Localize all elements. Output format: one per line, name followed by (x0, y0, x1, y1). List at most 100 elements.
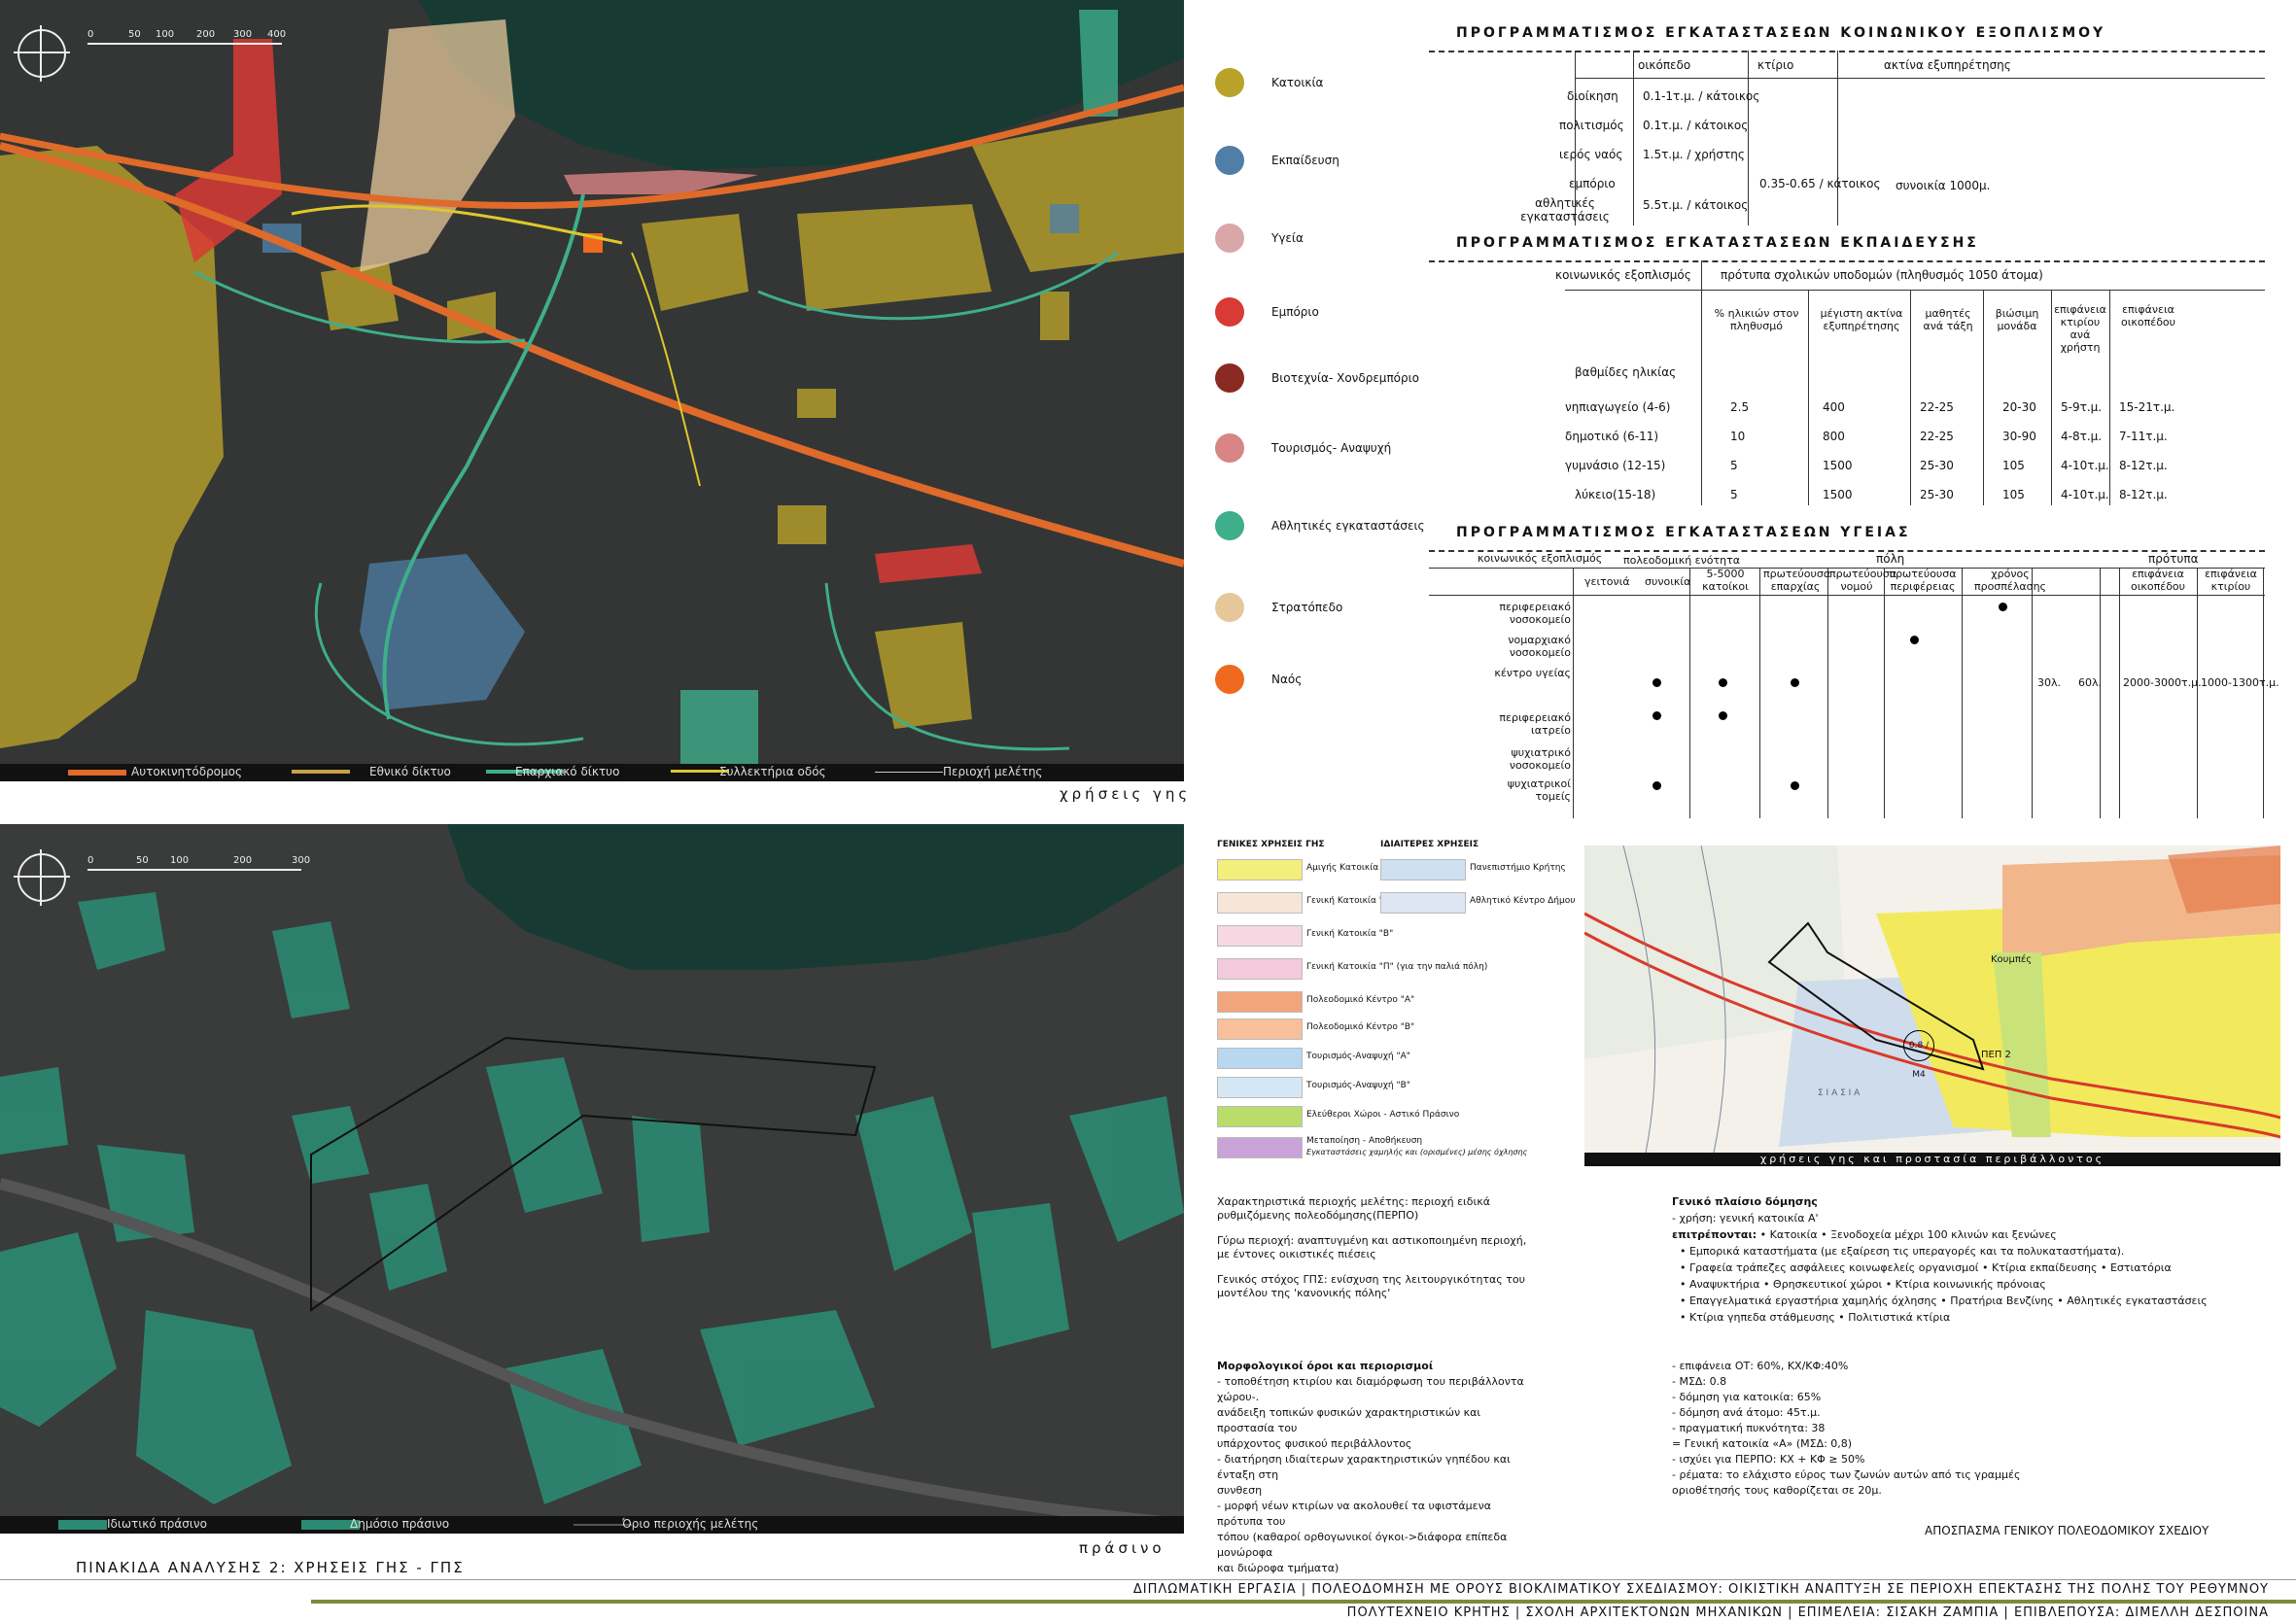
map1-legend-bar: Αυτοκινητόδρομος Εθνικό δίκτυο Επαρχιακό… (0, 764, 1184, 781)
social-equipment-table: ΠΡΟΓΡΑΜΜΑΤΙΣΜΟΣ ΕΓΚΑΤΑΣΤΑΣΕΩΝ ΚΟΙΝΩΝΙΚΟΥ… (1429, 19, 2284, 225)
row-name: ιερός ναός (1559, 148, 1623, 161)
param: - ΜΣΔ: 0.8 (1672, 1375, 1727, 1388)
row-name: κέντρο υγείας (1494, 667, 1571, 679)
cell: 8-12τ.μ. (2119, 459, 2168, 472)
legend-regional: Επαρχιακό δίκτυο (515, 765, 620, 778)
col-radius: ακτίνα εξυπηρέτησης (1884, 58, 2011, 72)
color-swatch (1215, 433, 1244, 463)
gps-map[interactable]: Κουμπές ΠΕΠ 2 0.8 / Μ4 Σ Ι Α Σ Ι Α χρήσε… (1584, 846, 2280, 1166)
scale-tick: 0 (87, 29, 94, 40)
row-name: περιφερειακό ιατρείο (1499, 711, 1571, 737)
footer-line1: ΔΙΠΛΩΜΑΤΙΚΗ ΕΡΓΑΣΙΑ | ΠΟΛΕΟΔΟΜΗΣΗ ΜΕ ΟΡΟ… (1132, 1582, 2269, 1597)
service-radius: συνοικία 1000μ. (1896, 179, 1991, 192)
cell: 25-30 (1920, 459, 1954, 472)
scale-bar: 0 50 100 200 300 400 (87, 29, 286, 47)
gps-label: Γενική Κατοικία "Π" (για την παλιά πόλη) (1306, 962, 1488, 972)
allowed-item: • Γραφεία τράπεζες ασφάλειες κοινωφελείς… (1680, 1261, 2172, 1274)
row-name: αθλητικές εγκαταστάσεις (1520, 196, 1610, 224)
gps-label: Πανεπιστήμιο Κρήτης (1470, 863, 1566, 873)
row-plot: 5.5τ.μ. / κάτοικος (1643, 198, 1749, 212)
special-uses-title: ΙΔΙΑΙΤΕΡΕΣ ΧΡΗΣΕΙΣ (1380, 840, 1479, 849)
table-dot (1652, 678, 1661, 687)
cell: 105 (2002, 459, 2025, 472)
gps-swatch (1217, 892, 1303, 914)
gps-label: Αθλητικό Κέντρο Δήμου (1470, 896, 1576, 906)
col-header: επιφάνεια οικοπέδου (2120, 303, 2176, 328)
cell: 22-25 (1920, 430, 1954, 443)
scale-bar: 0 50 100 200 300 (87, 855, 311, 873)
landuse-map-graphic (0, 0, 1184, 781)
private-green-swatch (58, 1520, 107, 1530)
cell: 2000-3000τ.μ. (2123, 676, 2202, 689)
row-name: δημοτικό (6-11) (1565, 430, 1659, 443)
general-uses-title: ΓΕΝΙΚΕΣ ΧΡΗΣΕΙΣ ΓΗΣ (1217, 840, 1325, 849)
cell: 8-12τ.μ. (2119, 488, 2168, 501)
table-dot (1719, 678, 1727, 687)
gps-label: Τουρισμός-Αναψυχή "Β" (1306, 1081, 1410, 1090)
gps-label: Μεταποίηση - Αποθήκευση (1306, 1136, 1423, 1146)
building-framework: Γενικό πλαίσιο δόμησης - χρήση: γενική κ… (1672, 1193, 2275, 1326)
table-dot (1791, 678, 1799, 687)
gps-label: Πολεοδομικό Κέντρο "Β" (1306, 1022, 1415, 1032)
landuse-map[interactable]: 0 50 100 200 300 400 Αυτοκινητόδρομος Εθ… (0, 0, 1184, 781)
col-plot: οικόπεδο (1638, 58, 1691, 72)
gps-swatch (1217, 1048, 1303, 1069)
table-dot (1910, 636, 1919, 644)
col-header: πρωτεύουσα νομού (1829, 568, 1897, 593)
cell: 5-9τ.μ. (2061, 400, 2103, 414)
gps-label: Ελεύθεροι Χώροι - Αστικό Πράσινο (1306, 1110, 1460, 1120)
param: - δόμηση ανά άτομο: 45τ.μ. (1672, 1406, 1821, 1419)
table-dot (1999, 603, 2007, 611)
study-notes: Χαρακτηριστικά περιοχής μελέτης: περιοχή… (1217, 1195, 1538, 1300)
gps-swatch (1217, 1137, 1303, 1158)
morpho-line: - τοποθέτηση κτιρίου και διαμόρφωση του … (1217, 1375, 1524, 1403)
allowed-item: • Κτίρια γηπεδα στάθμευσης • Πολιτιστικά… (1680, 1311, 1951, 1324)
legend-public-green: Δημόσιο πράσινο (350, 1517, 450, 1531)
allowed-item: • Εμπορικά καταστήματα (με εξαίρεση τις … (1680, 1245, 2125, 1258)
cell: 25-30 (1920, 488, 1954, 501)
cell: 4-8τ.μ. (2061, 430, 2103, 443)
legend-label: Κατοικία (1271, 76, 1324, 89)
morpho-line: συνθεση (1217, 1484, 1263, 1497)
cell: 4-10τ.μ. (2061, 488, 2109, 501)
legend-label: Εκπαίδευση (1271, 154, 1339, 167)
storage-note: Εγκαταστάσεις χαμηλής και (ορισμένες) μέ… (1306, 1148, 1528, 1156)
morpho-line: τόπου (καθαροί ορθογωνικοί όγκοι->διάφορ… (1217, 1531, 1508, 1559)
col-header: επιφάνεια κτιρίου ανά χρήστη (2054, 303, 2106, 354)
table-dot (1719, 711, 1727, 720)
cell: 105 (2002, 488, 2025, 501)
morpho-line: υπάρχοντος φυσικού περιβάλλοντος (1217, 1437, 1412, 1450)
footer-top-rule (0, 1579, 2296, 1580)
legend-label: Αθλητικές εγκαταστάσεις (1271, 519, 1425, 533)
building-ratio: 0.35-0.65 / κάτοικος (1759, 177, 1881, 190)
gps-swatch (1217, 1018, 1303, 1040)
col-header: επιφάνεια οικοπέδου (2130, 568, 2186, 593)
row-name: διοίκηση (1567, 89, 1618, 103)
row-name: πολιτισμός (1559, 119, 1624, 132)
legend-label: Υγεία (1271, 231, 1304, 245)
row-name: εμπόριο (1569, 177, 1616, 190)
note-characteristics: Χαρακτηριστικά περιοχής μελέτης: περιοχή… (1217, 1195, 1490, 1222)
gps-swatch (1217, 1077, 1303, 1098)
scale-tick: 300 (233, 29, 253, 40)
cell: 2.5 (1730, 400, 1750, 414)
cell: 60λ. (2078, 676, 2103, 689)
cell: 1500 (1823, 459, 1853, 472)
green-map[interactable]: 0 50 100 200 300 Ιδιωτικό πράσινο Δημόσι… (0, 824, 1184, 1534)
footer-line2: ΠΟΛΥΤΕΧΝΕΙΟ ΚΡΗΤΗΣ | ΣΧΟΛΗ ΑΡΧΙΤΕΚΤΟΝΩΝ … (1346, 1605, 2269, 1620)
gps-swatch (1217, 925, 1303, 947)
cell: 10 (1730, 430, 1746, 443)
scale-tick: 50 (128, 29, 141, 40)
col-header: πρωτεύουσα περιφέρειας (1889, 568, 1957, 593)
green-map-graphic (0, 824, 1184, 1534)
color-swatch (1215, 593, 1244, 622)
map-label-density: 0.8 / Μ4 (1903, 1030, 1934, 1080)
footer-accent-rule (311, 1600, 2296, 1604)
note-surroundings: Γύρω περιοχή: αναπτυγμένη και αστικοποιη… (1217, 1234, 1527, 1260)
color-swatch (1215, 224, 1244, 253)
framework-title: Γενικό πλαίσιο δόμησης (1672, 1195, 1818, 1208)
row-name: νηπιαγωγείο (4-6) (1565, 400, 1671, 414)
scale-tick: 400 (267, 29, 287, 40)
col-header: χρόνος προσπέλασης (1973, 568, 2047, 593)
morpho-block: Μορφολογικοί όροι και περιορισμοί - τοπο… (1217, 1359, 1538, 1576)
